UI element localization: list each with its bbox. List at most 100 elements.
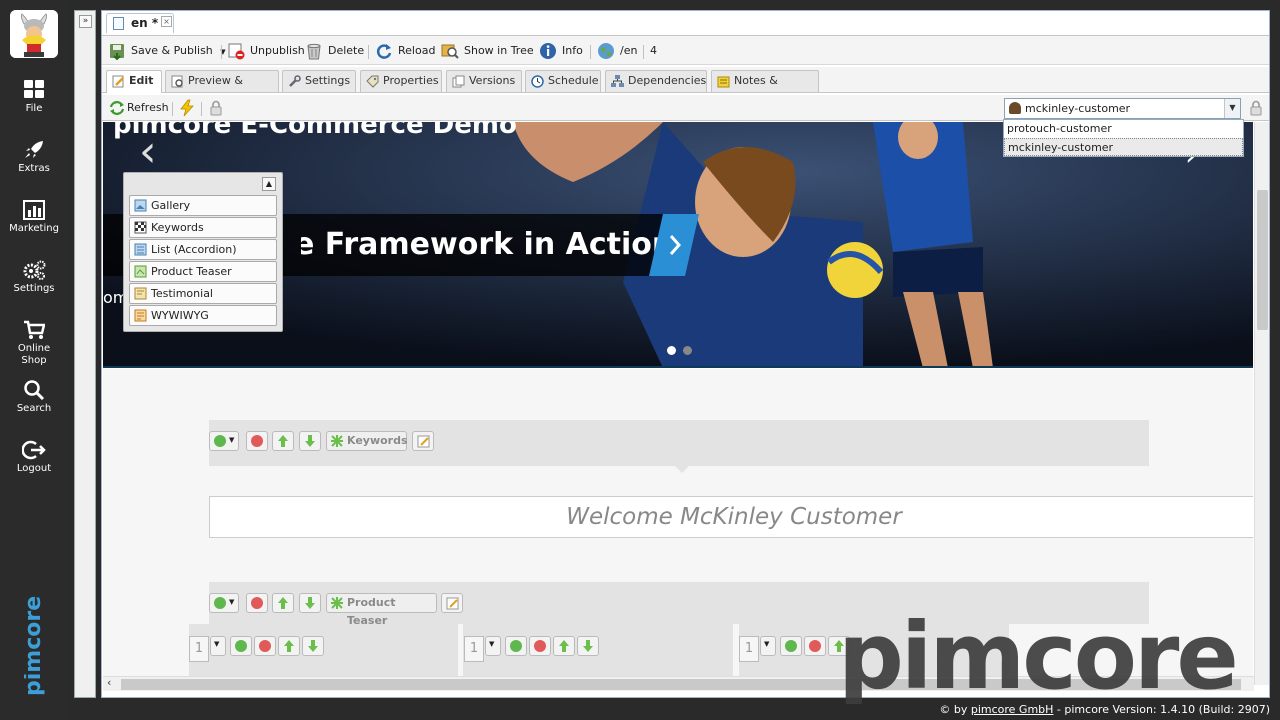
persona-option-selected[interactable]: mckinley-customer	[1004, 138, 1243, 156]
add-area-button[interactable]: ▼	[209, 593, 239, 613]
nav-online-shop-label: Online Shop	[17, 343, 51, 366]
nav-online-shop[interactable]: Online Shop	[0, 320, 68, 367]
block-product-teaser[interactable]: Product Teaser	[129, 261, 277, 282]
chevron-down-icon[interactable]: ▼	[485, 636, 501, 656]
remove-area-button[interactable]	[246, 593, 268, 613]
toolbar-divider	[221, 45, 222, 59]
teaser-size-select[interactable]: 1	[464, 636, 484, 662]
lock-icon[interactable]	[208, 100, 224, 116]
lightning-icon[interactable]	[178, 99, 196, 117]
close-tab-icon[interactable]: ×	[161, 16, 172, 27]
move-up-button[interactable]	[272, 593, 294, 613]
persona-icon	[1009, 102, 1021, 114]
company-link[interactable]: pimcore GmbH	[971, 703, 1054, 716]
preview-icon	[171, 75, 183, 88]
move-up-button[interactable]	[278, 636, 300, 656]
tab-dependencies[interactable]: Dependencies	[605, 70, 707, 92]
collapsed-tree-panel: »	[74, 10, 96, 698]
tab-notes-events[interactable]: Notes & Events	[711, 70, 819, 107]
versions-icon	[452, 75, 465, 88]
hero-cta-icon[interactable]	[649, 214, 699, 276]
move-up-button[interactable]	[553, 636, 575, 656]
expand-tree-button[interactable]: »	[79, 15, 92, 28]
remove-block-button[interactable]	[529, 636, 551, 656]
slider-dot-active[interactable]	[667, 346, 676, 355]
tab-edit[interactable]: Edit	[106, 70, 162, 93]
delete-button[interactable]: Delete	[305, 40, 364, 62]
plus-icon	[235, 640, 247, 652]
toolbar-divider	[590, 45, 591, 59]
minus-icon	[251, 597, 263, 609]
remove-block-button[interactable]	[804, 636, 826, 656]
move-down-button[interactable]	[299, 593, 321, 613]
tab-versions[interactable]: Versions	[446, 70, 522, 92]
move-down-button[interactable]	[299, 431, 321, 451]
collapse-icon[interactable]: ▲	[262, 177, 276, 191]
nav-file[interactable]: File	[0, 80, 68, 115]
area-type-keywords[interactable]: Keywords	[326, 431, 408, 451]
move-down-button[interactable]	[302, 636, 324, 656]
unpublish-button[interactable]: Unpublish	[227, 40, 305, 62]
open-path-button[interactable]: /en	[597, 40, 637, 62]
document-tab[interactable]: en * ×	[106, 13, 174, 33]
user-avatar[interactable]	[10, 10, 58, 58]
tab-settings[interactable]: Settings	[282, 70, 356, 92]
block-list-accordion[interactable]: List (Accordion)	[129, 239, 277, 260]
chevron-down-icon[interactable]: ▼	[1224, 99, 1240, 118]
nav-extras[interactable]: Extras	[0, 140, 68, 175]
remove-block-button[interactable]	[254, 636, 276, 656]
add-block-button[interactable]	[505, 636, 527, 656]
hero-divider	[103, 366, 1253, 368]
show-in-tree-button[interactable]: Show in Tree	[441, 40, 534, 62]
tab-versions-label: Versions	[469, 74, 516, 87]
block-product-teaser-label: Product Teaser	[151, 265, 232, 278]
nav-logout[interactable]: Logout	[0, 440, 68, 475]
block-gallery[interactable]: Gallery	[129, 195, 277, 216]
info-button[interactable]: Info	[539, 40, 583, 62]
minus-icon	[534, 640, 546, 652]
save-publish-button[interactable]: Save & Publish ▼	[108, 40, 226, 62]
move-icon	[331, 597, 343, 609]
persona-option[interactable]: protouch-customer	[1004, 120, 1243, 138]
teaser-size-select[interactable]: 1	[739, 636, 759, 662]
area-type-product-teaser[interactable]: Product Teaser	[326, 593, 437, 627]
area-options-button[interactable]	[441, 593, 463, 613]
add-block-button[interactable]	[230, 636, 252, 656]
cart-icon	[24, 320, 45, 339]
block-testimonial[interactable]: Testimonial	[129, 283, 277, 304]
block-keywords[interactable]: Keywords	[129, 217, 277, 238]
tab-schedule[interactable]: Schedule	[525, 70, 601, 92]
grid-icon	[24, 80, 44, 98]
gears-icon	[23, 260, 46, 280]
nav-settings[interactable]: Settings	[0, 260, 68, 295]
chevron-down-icon[interactable]: ▼	[210, 636, 226, 656]
reload-button[interactable]: Reload	[375, 40, 435, 62]
welcome-headline[interactable]: Welcome McKinley Customer	[209, 496, 1253, 538]
move-icon	[331, 435, 343, 447]
remove-area-button[interactable]	[246, 431, 268, 451]
slider-dot[interactable]	[683, 346, 692, 355]
add-area-button[interactable]: ▼	[209, 431, 239, 451]
tab-edit-label: Edit	[129, 74, 154, 87]
nav-search[interactable]: Search	[0, 380, 68, 415]
move-down-button[interactable]	[577, 636, 599, 656]
vertical-scrollbar[interactable]	[1254, 122, 1269, 685]
arrow-up-icon	[278, 435, 288, 447]
area-options-button[interactable]	[412, 431, 434, 451]
persona-select[interactable]: mckinley-customer ▼	[1004, 98, 1241, 119]
add-block-button[interactable]	[780, 636, 802, 656]
move-up-button[interactable]	[272, 431, 294, 451]
trash-icon	[307, 43, 321, 60]
chevron-down-icon[interactable]: ▼	[760, 636, 776, 656]
tab-properties[interactable]: Properties	[360, 70, 442, 92]
teaser-size-select[interactable]: 1	[189, 636, 209, 662]
tab-preview-styles[interactable]: Preview & Styles	[165, 70, 279, 107]
slider-prev-icon[interactable]: ‹	[139, 126, 157, 177]
block-wysiwyg[interactable]: WYWIWYG	[129, 305, 277, 326]
area-pointer	[675, 466, 689, 473]
nav-marketing[interactable]: Marketing	[0, 200, 68, 235]
scroll-left-icon[interactable]: ‹	[107, 676, 111, 689]
refresh-button[interactable]: Refresh	[108, 97, 169, 119]
vertical-scroll-thumb[interactable]	[1257, 190, 1268, 330]
persona-lock-icon[interactable]	[1248, 100, 1264, 116]
